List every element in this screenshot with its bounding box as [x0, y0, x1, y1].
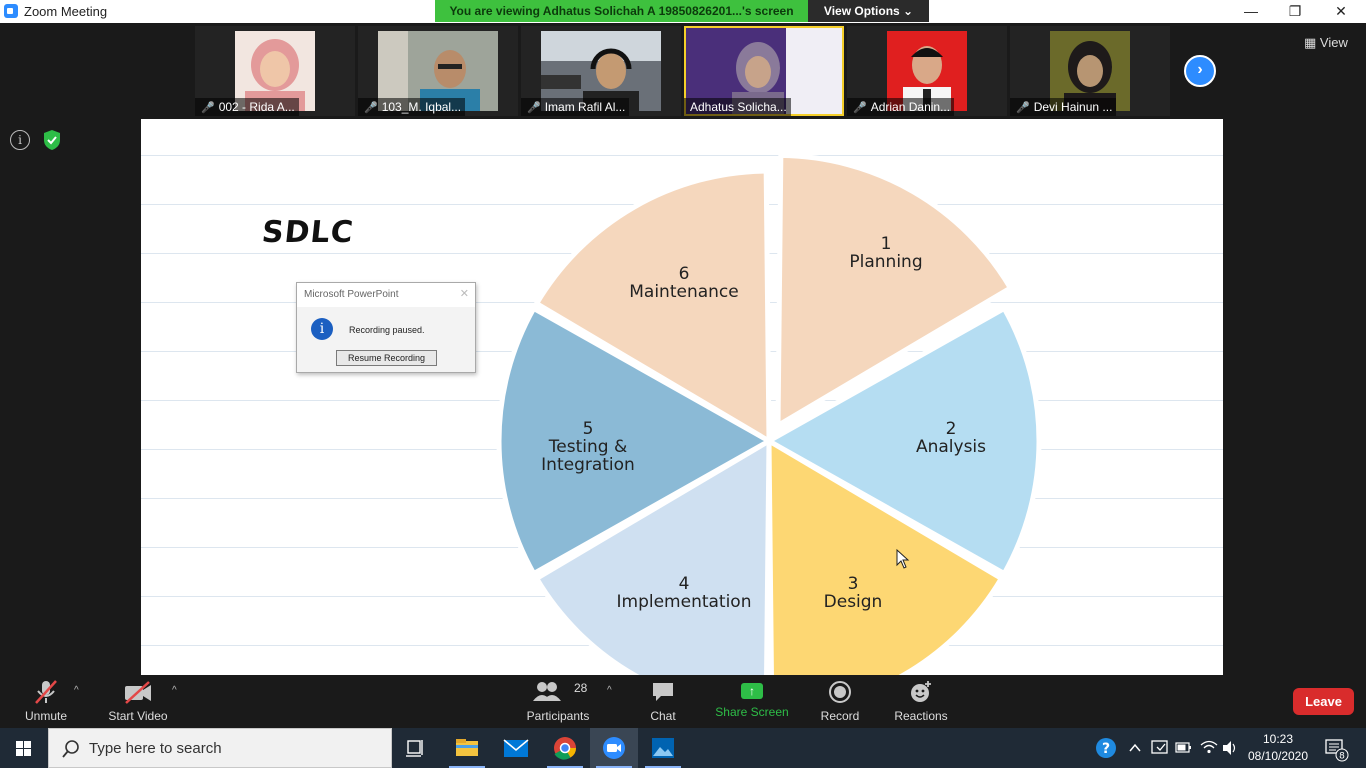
- smiley-icon: [892, 675, 950, 707]
- zoom-window: Zoom Meeting You are viewing Adhatus Sol…: [0, 0, 1366, 768]
- task-view-icon[interactable]: [392, 728, 440, 768]
- dialog-title: Microsoft PowerPoint: [304, 289, 399, 300]
- view-options-button[interactable]: View Options ⌄: [808, 0, 929, 22]
- sdlc-cycle-diagram: 1 Planning2 Analysis3 Design4 Implementation…: [496, 152, 1042, 675]
- participant-name: 🎤 Imam Rafil Al...: [521, 98, 630, 116]
- participant-thumbnail[interactable]: 🎤 Imam Rafil Al...: [521, 26, 681, 116]
- info-icon: i: [311, 318, 333, 340]
- action-center-icon[interactable]: 8: [1322, 728, 1352, 768]
- grid-icon: ▦: [1304, 35, 1320, 50]
- share-screen-arrow-icon: ↑: [741, 683, 763, 699]
- muted-mic-icon: 🎤: [364, 102, 378, 114]
- reactions-button[interactable]: Reactions: [892, 675, 950, 728]
- screen-share-banner: You are viewing Adhatus Solichah A 19850…: [435, 0, 808, 22]
- unmute-button[interactable]: Unmute: [20, 675, 72, 728]
- record-icon: [816, 675, 864, 707]
- battery-icon[interactable]: [1174, 728, 1194, 768]
- windows-taskbar: Type here to search ? 10:23 08/10/2020 8: [0, 728, 1366, 768]
- participant-strip: 🎤 002 - Rida A... 🎤 103_M. Iqbal... 🎤 Imam …: [0, 23, 1366, 119]
- participant-thumbnail[interactable]: 🎤 Devi Hainun ...: [1010, 26, 1170, 116]
- help-icon[interactable]: ?: [1094, 728, 1118, 768]
- taskbar-search-box[interactable]: Type here to search: [48, 728, 392, 768]
- show-hidden-icons-chevron-icon[interactable]: [1128, 728, 1142, 768]
- close-button[interactable]: ✕: [1318, 0, 1364, 22]
- svg-text:?: ?: [1102, 741, 1110, 757]
- file-explorer-icon[interactable]: [443, 728, 491, 768]
- windows-start-button[interactable]: [0, 728, 48, 768]
- volume-icon[interactable]: [1220, 728, 1240, 768]
- resume-recording-button[interactable]: Resume Recording: [336, 350, 437, 366]
- participant-name: 🎤 Adrian Danin...: [847, 98, 955, 116]
- participants-button[interactable]: 28 Participants: [522, 675, 594, 728]
- share-screen-button[interactable]: ↑ Share Screen: [714, 675, 790, 728]
- clock-date: 08/10/2020: [1247, 749, 1309, 763]
- next-page-arrow-icon[interactable]: ›: [1184, 55, 1216, 87]
- video-options-caret-icon[interactable]: ^: [172, 685, 177, 696]
- search-placeholder: Type here to search: [89, 740, 222, 757]
- participants-options-caret-icon[interactable]: ^: [607, 685, 612, 696]
- security-tray-icon[interactable]: [1150, 728, 1170, 768]
- meeting-controls: Unmute ^ Start Video ^ 28 Participants ^…: [0, 675, 1366, 728]
- leave-button[interactable]: Leave: [1293, 688, 1354, 715]
- dialog-close-icon[interactable]: ✕: [460, 287, 469, 300]
- zoom-app-icon: [4, 4, 18, 18]
- view-button[interactable]: ▦ View: [1304, 35, 1348, 51]
- muted-mic-icon: 🎤: [1016, 102, 1030, 114]
- window-title: Zoom Meeting: [24, 4, 108, 19]
- audio-options-caret-icon[interactable]: ^: [74, 685, 79, 696]
- chrome-icon[interactable]: [541, 728, 589, 768]
- participant-name: 🎤 Devi Hainun ...: [1010, 98, 1117, 116]
- participant-count: 28: [574, 681, 588, 695]
- photos-icon[interactable]: [639, 728, 687, 768]
- shared-screen[interactable]: SDLC 1 Planning 2 Analysis 3 Design 4 Implement…: [141, 119, 1223, 675]
- participant-name: Adhatus Solicha...: [684, 98, 791, 116]
- windows-logo-icon: [16, 741, 31, 756]
- participant-thumbnail[interactable]: 🎤 103_M. Iqbal...: [358, 26, 518, 116]
- powerpoint-recording-dialog: Microsoft PowerPoint ✕ i Recording pause…: [296, 282, 476, 373]
- dialog-message: Recording paused.: [349, 325, 425, 335]
- system-clock[interactable]: 10:23 08/10/2020: [1240, 731, 1316, 765]
- start-video-button[interactable]: Start Video: [106, 675, 170, 728]
- dialog-body: i Recording paused. Resume Recording: [297, 307, 475, 372]
- chat-button[interactable]: Chat: [638, 675, 688, 728]
- restore-button[interactable]: ❐: [1272, 0, 1318, 22]
- minimize-button[interactable]: —: [1228, 0, 1274, 22]
- participant-thumbnail-active-speaker[interactable]: Adhatus Solicha...: [684, 26, 844, 116]
- muted-mic-icon: 🎤: [853, 102, 867, 114]
- title-bar: Zoom Meeting You are viewing Adhatus Sol…: [0, 0, 1366, 23]
- record-button[interactable]: Record: [816, 675, 864, 728]
- notification-count: 8: [1339, 752, 1345, 762]
- chat-bubble-icon: [638, 675, 688, 707]
- zoom-taskbar-icon[interactable]: [590, 728, 638, 768]
- mail-icon[interactable]: [492, 728, 540, 768]
- muted-mic-icon: 🎤: [201, 102, 215, 114]
- muted-mic-icon: 🎤: [527, 102, 541, 114]
- participant-thumbnail[interactable]: 🎤 002 - Rida A...: [195, 26, 355, 116]
- search-icon: [62, 740, 79, 758]
- video-off-icon: [106, 675, 170, 707]
- clock-time: 10:23: [1262, 732, 1294, 746]
- muted-mic-icon: [20, 675, 72, 707]
- wifi-icon[interactable]: [1198, 728, 1220, 768]
- encryption-shield-icon[interactable]: [42, 129, 62, 151]
- meeting-info-icon[interactable]: i: [10, 130, 30, 150]
- participant-name: 🎤 103_M. Iqbal...: [358, 98, 466, 116]
- participant-name: 🎤 002 - Rida A...: [195, 98, 299, 116]
- participant-thumbnail[interactable]: 🎤 Adrian Danin...: [847, 26, 1007, 116]
